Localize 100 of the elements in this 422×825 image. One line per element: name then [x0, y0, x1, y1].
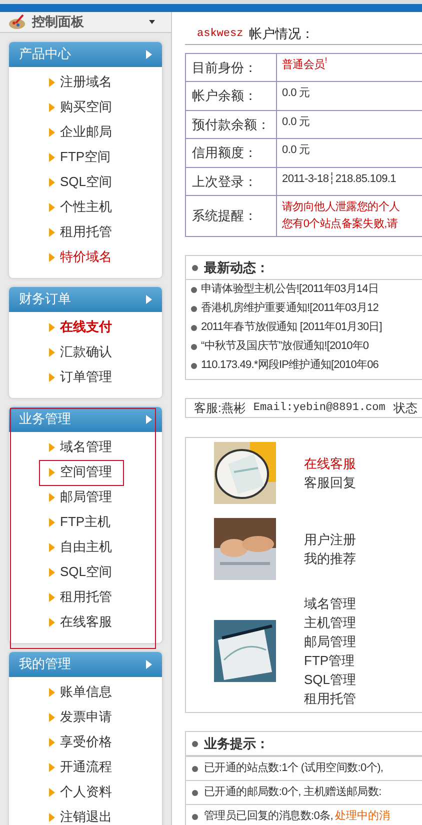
table-cell: 系统提醒：: [186, 196, 277, 236]
arrow-icon: [49, 228, 55, 236]
bullet-icon: [192, 740, 198, 746]
arrow-icon: [49, 78, 55, 86]
menu-item[interactable]: 域名管理: [9, 434, 162, 460]
bullet-icon: [191, 324, 197, 330]
menu-item[interactable]: 企业邮局: [9, 120, 162, 144]
menu-item[interactable]: 特价域名: [9, 244, 162, 270]
menu-item[interactable]: 发票申请: [9, 704, 162, 730]
arrow-icon: [49, 762, 55, 772]
arrow-icon: [49, 152, 55, 162]
arrow-icon: [49, 348, 55, 356]
menu-item[interactable]: 邮局管理: [9, 484, 162, 510]
arrow-icon: [49, 178, 55, 186]
arrow-icon: [49, 618, 55, 626]
menu-item[interactable]: 注销退出: [9, 804, 162, 825]
arrow-icon: [49, 442, 55, 452]
shortcut-link[interactable]: 用户注册: [304, 530, 356, 549]
shortcut-link[interactable]: 客服回复: [304, 473, 356, 492]
menu-item[interactable]: SQL空间: [9, 560, 162, 584]
tip-text: 管理员已回复的消息数:0条,: [204, 809, 334, 824]
menu-item[interactable]: SQL空间: [9, 170, 162, 194]
menu-item[interactable]: 账单信息: [9, 680, 162, 704]
service-status: 状态: [393, 400, 418, 417]
news-link[interactable]: 香港机房维护重要通知![2011年03月12: [201, 300, 378, 317]
menu-item[interactable]: 订单管理: [9, 364, 162, 390]
table-cell-text: 0.0 元: [282, 143, 310, 158]
triangle-icon: [146, 50, 152, 58]
triangle-icon: [146, 660, 152, 668]
bullet-icon: [191, 306, 197, 312]
arrow-icon: [49, 322, 55, 332]
shortcut-link[interactable]: 主机管理: [304, 613, 356, 632]
palette-icon: [8, 14, 26, 30]
menu-item[interactable]: 空间管理: [9, 460, 162, 484]
table-cell-text: 普通会员$^{!}$: [282, 56, 327, 72]
arrow-icon: [49, 372, 55, 382]
shortcut-link[interactable]: 租用托管: [304, 689, 356, 708]
table-cell-text: 0.0 元: [282, 86, 310, 101]
dropdown-icon[interactable]: [149, 20, 155, 24]
section-title: 帐户情况：: [249, 25, 314, 43]
table-cell-text: 2011-3-18┆218.85.109.1: [282, 171, 396, 186]
arrow-icon: [49, 128, 55, 136]
arrow-icon: [49, 568, 55, 576]
bullet-icon: [192, 814, 198, 820]
shortcut-link[interactable]: 我的推荐: [304, 549, 356, 568]
arrow-icon: [49, 688, 55, 696]
shortcut-link[interactable]: SQL管理: [304, 670, 356, 689]
table-cell: 上次登录：: [186, 168, 277, 195]
service-email: Email:yebin@8891.com: [253, 400, 386, 416]
tip-text: 已开通的站点数:1个 (试用空间数:0个),: [204, 760, 384, 776]
arrow-icon: [49, 252, 55, 262]
menu-item[interactable]: 在线客服: [9, 610, 162, 634]
menu-item[interactable]: FTP空间: [9, 144, 162, 170]
bullet-icon: [191, 286, 197, 292]
menu-item[interactable]: 自由主机: [9, 534, 162, 560]
arrow-icon: [49, 812, 55, 822]
panel-title: 控制面板: [32, 13, 85, 31]
menu-item[interactable]: FTP主机: [9, 510, 162, 534]
arrow-icon: [49, 102, 55, 112]
menu-item[interactable]: 汇款确认: [9, 340, 162, 364]
news-link[interactable]: 2011年春节放假通知 [2011年01月30日]: [201, 319, 382, 336]
bullet-icon: [191, 344, 197, 350]
menu-item[interactable]: 租用托管: [9, 584, 162, 610]
table-cell: 目前身份：: [186, 54, 277, 81]
arrow-icon: [49, 202, 55, 212]
menu-item[interactable]: 开通流程: [9, 754, 162, 780]
shortcut-link[interactable]: 邮局管理: [304, 632, 356, 651]
news-link[interactable]: 110.173.49.*网段IP维护通知[2010年06: [201, 357, 379, 374]
panel-title: 业务提示：: [204, 734, 269, 753]
menu-item[interactable]: 注册域名: [9, 70, 162, 94]
table-cell: 信用额度：: [186, 139, 277, 166]
arrow-icon: [49, 542, 55, 552]
arrow-icon: [49, 592, 55, 602]
menu-item[interactable]: 个性主机: [9, 194, 162, 220]
menu-item[interactable]: 在线支付: [9, 314, 162, 340]
arrow-icon: [49, 738, 55, 746]
panel-title: 最新动态：: [204, 258, 269, 277]
menu-item[interactable]: 享受价格: [9, 730, 162, 754]
shortcut-link[interactable]: 域名管理: [304, 594, 356, 613]
arrow-icon: [49, 788, 55, 796]
shortcut-link[interactable]: FTP管理: [304, 651, 356, 670]
table-cell: 预付款余额：: [186, 110, 277, 138]
service-staff: 客服:燕彬: [194, 400, 246, 417]
news-link[interactable]: “中秋节及国庆节”放假通知![2010年0: [201, 338, 369, 355]
table-cell: 帐户余额：: [186, 82, 277, 110]
table-cell-text: 您有0个站点备案失败,请: [282, 216, 399, 232]
arrow-icon: [49, 518, 55, 526]
table-cell-text: 0.0 元: [282, 114, 310, 130]
arrow-icon: [49, 468, 55, 476]
table-cell-text: 请勿向他人泄露您的个人: [282, 200, 400, 215]
news-link[interactable]: 申请体验型主机公告![2011年03月14日: [201, 281, 378, 298]
menu-item[interactable]: 个人资料: [9, 780, 162, 804]
menu-item[interactable]: 租用托管: [9, 220, 162, 244]
triangle-icon: [146, 414, 152, 424]
arrow-icon: [49, 712, 55, 722]
shortcut-link[interactable]: 在线客服: [304, 454, 356, 473]
bullet-icon: [192, 766, 198, 772]
menu-item[interactable]: 购买空间: [9, 94, 162, 120]
triangle-icon: [146, 294, 152, 304]
bullet-icon: [191, 362, 197, 368]
